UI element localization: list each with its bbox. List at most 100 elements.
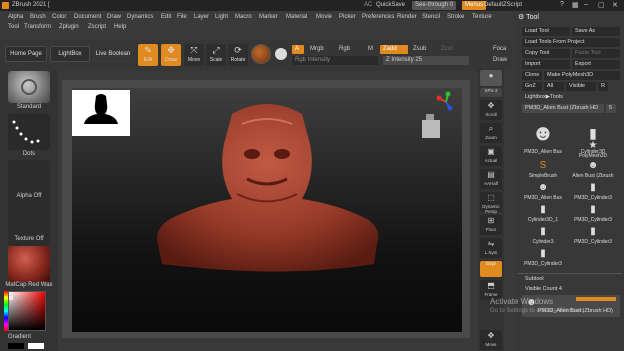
rotation-cube-icon[interactable] — [420, 112, 442, 142]
menu-preferences[interactable]: Preferences — [362, 14, 394, 20]
menus-toggle[interactable]: Menus — [462, 1, 487, 10]
menu-render[interactable]: Render — [397, 14, 417, 20]
tool-item-pm3d-cylinder3-b[interactable]: ▮ PM3D_Cylinder3 — [572, 203, 614, 225]
menu-texture[interactable]: Texture — [472, 14, 492, 20]
hue-slider[interactable] — [4, 291, 8, 331]
move-view-button[interactable]: ✥ Move — [480, 330, 502, 350]
ac-label[interactable]: AC — [364, 2, 372, 8]
gyro-icon[interactable] — [275, 48, 287, 60]
current-tool-slider[interactable]: PM3D_Alien Bust (Zbrush HD — [522, 104, 604, 113]
z-intensity-slider[interactable]: Z Intensity 25 — [383, 56, 469, 65]
subtool-visibility-bar[interactable] — [576, 297, 616, 301]
save-as-button[interactable]: Save As — [572, 27, 620, 36]
viewport-canvas[interactable] — [72, 88, 462, 332]
m-toggle[interactable]: M — [365, 45, 377, 54]
help-icon[interactable]: ? — [560, 1, 564, 8]
menu-edit[interactable]: Edit — [161, 14, 171, 20]
menu-zscript[interactable]: Zscript — [88, 24, 106, 30]
seethrough-slider[interactable]: See-through 0 — [412, 1, 457, 10]
draw-size-slider[interactable]: Draw — [490, 56, 510, 65]
edit-button[interactable]: ✎ Edit — [138, 44, 158, 66]
menu-document[interactable]: Document — [74, 14, 101, 20]
lsym-button[interactable]: ⇋ L.Sym — [480, 238, 502, 258]
zsub-toggle[interactable]: Zsub — [410, 45, 436, 54]
menu-movie[interactable]: Movie — [316, 14, 332, 20]
make-polymesh-button[interactable]: Make PolyMesh3D — [544, 71, 620, 80]
goz-all-button[interactable]: All — [544, 82, 564, 91]
menu-dynamics[interactable]: Dynamics — [127, 14, 153, 20]
rotate-button[interactable]: ⟳ Rotate — [228, 44, 248, 66]
menu-tool[interactable]: Tool — [8, 24, 19, 30]
focal-shift-slider[interactable]: Foca — [490, 45, 510, 54]
goz-button[interactable]: GoZ — [522, 82, 542, 91]
menu-draw[interactable]: Draw — [107, 14, 121, 20]
lightbox-button[interactable]: LightBox — [50, 46, 90, 62]
quicksave-button[interactable]: QuickSave — [376, 2, 405, 8]
stroke-thumbnail[interactable] — [8, 114, 50, 150]
live-boolean-button[interactable]: Live Boolean — [93, 46, 133, 62]
mrgb-toggle[interactable]: Mrgb — [307, 45, 333, 54]
subtool-header[interactable]: Subtool — [522, 275, 582, 284]
aahalf-button[interactable]: ▤ AAHalf — [480, 169, 502, 189]
spix-slider[interactable]: SPix 3 — [480, 88, 502, 97]
export-button[interactable]: Export — [572, 60, 620, 69]
menu-alpha[interactable]: Alpha — [8, 14, 23, 20]
main-color-swatch[interactable] — [8, 343, 24, 349]
tool-item-simplebrush[interactable]: S SimpleBrush — [522, 159, 564, 181]
menu-material[interactable]: Material — [286, 14, 307, 20]
copy-tool-button[interactable]: Copy Tool — [522, 49, 570, 58]
goz-r-button[interactable]: R — [598, 82, 608, 91]
actual-button[interactable]: ▣ Actual — [480, 146, 502, 166]
close-icon[interactable]: ✕ — [612, 1, 618, 9]
import-button[interactable]: Import — [522, 60, 570, 69]
clone-button[interactable]: Clone — [522, 71, 542, 80]
paste-tool-button[interactable]: Paste Tool — [572, 49, 620, 58]
a-toggle[interactable]: A — [292, 45, 304, 54]
home-page-button[interactable]: Home Page — [5, 46, 47, 62]
menu-help[interactable]: Help — [114, 24, 126, 30]
persp-button[interactable]: ⬚ Dynamic Persp — [480, 192, 502, 214]
tool-item-alien-bust[interactable]: ☻ Alien Bust (Zbrush — [572, 159, 614, 181]
floor-button[interactable]: ⊞ Floor — [480, 215, 502, 235]
bpr-button[interactable]: ● — [480, 70, 502, 86]
alien-bust-model[interactable] — [132, 94, 402, 330]
default-zscript-button[interactable]: DefaultZScript — [484, 2, 522, 8]
axis-gizmo-icon[interactable] — [436, 90, 460, 114]
scale-button[interactable]: ⤢ Scale — [206, 44, 226, 66]
xyz-button[interactable]: Gxyz — [480, 261, 502, 277]
draw-button[interactable]: ✥ Draw — [161, 44, 181, 66]
tool-item-pm3d-cylinder3-c[interactable]: ▮ PM3D_Cylinder3 — [572, 225, 614, 247]
navigation-thumbnail[interactable] — [72, 90, 130, 136]
menu-stroke[interactable]: Stroke — [447, 14, 464, 20]
menu-layer[interactable]: Layer — [194, 14, 209, 20]
color-saturation-picker[interactable] — [8, 291, 46, 331]
menu-marker[interactable]: Marker — [259, 14, 278, 20]
zadd-toggle[interactable]: Zadd — [380, 45, 408, 54]
secondary-color-swatch[interactable] — [28, 343, 44, 349]
load-tools-project-button[interactable]: Load Tools From Project — [522, 38, 620, 47]
zcut-toggle[interactable]: Zcut — [438, 45, 464, 54]
tool-item-cylinder3d-1[interactable]: ▮ Cylinder3D_1 — [522, 203, 564, 225]
menu-light[interactable]: Light — [215, 14, 228, 20]
menu-stencil[interactable]: Stencil — [422, 14, 440, 20]
maximize-icon[interactable]: ▢ — [598, 1, 605, 9]
minimize-icon[interactable]: – — [584, 1, 588, 8]
tool-item-cylinder3[interactable]: ▮ Cylinder3 — [522, 225, 564, 247]
move-button[interactable]: ⤧ Move — [184, 44, 204, 66]
material-thumbnail[interactable] — [8, 246, 50, 282]
color-picker-icon[interactable] — [251, 44, 271, 64]
menu-picker[interactable]: Picker — [339, 14, 356, 20]
goz-visible-button[interactable]: Visible — [566, 82, 596, 91]
menu-brush[interactable]: Brush — [30, 14, 46, 20]
load-tool-button[interactable]: Load Tool — [522, 27, 570, 36]
menu-zplugin[interactable]: Zplugin — [59, 24, 79, 30]
scroll-button[interactable]: ✥ Scroll — [480, 100, 502, 120]
tool-item-pm3d-cylinder3-d[interactable]: ▮ PM3D_Cylinder3 — [522, 247, 564, 269]
zoom-button[interactable]: ⌕ Zoom — [480, 123, 502, 143]
menu-macro[interactable]: Macro — [235, 14, 252, 20]
tool-item-pm3d-alien-bust[interactable]: ☻ PM3D_Alien Bus — [522, 117, 564, 157]
menu-color[interactable]: Color — [52, 14, 66, 20]
menu-transform[interactable]: Transform — [24, 24, 51, 30]
rgb-toggle[interactable]: Rgb — [336, 45, 362, 54]
lightbox-tools-button[interactable]: Lightbox▶Tools — [522, 93, 566, 102]
